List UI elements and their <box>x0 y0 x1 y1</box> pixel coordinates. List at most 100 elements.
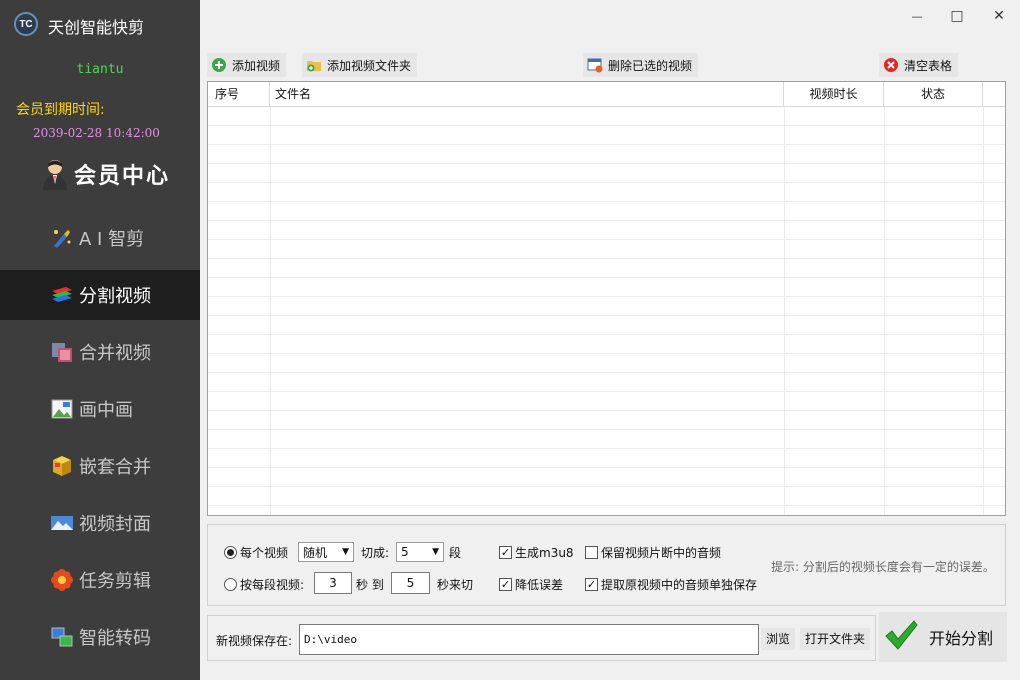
table-row[interactable] <box>208 468 1005 487</box>
nav-video-cover[interactable]: 视频封面 <box>0 498 200 548</box>
table-row[interactable] <box>208 449 1005 468</box>
reduce-error-label: 降低误差 <box>515 578 564 592</box>
min-seconds-input[interactable]: 3 <box>314 572 352 594</box>
table-row[interactable] <box>208 278 1005 297</box>
extract-audio-checkbox[interactable]: ✓ 提取原视频中的音频单独保存 <box>585 576 757 593</box>
nav-label: 视频封面 <box>79 514 151 535</box>
folder-add-icon <box>306 57 322 73</box>
maximize-button[interactable]: □ <box>942 6 972 26</box>
reduce-error-checkbox[interactable]: ✓ 降低误差 <box>499 576 563 593</box>
delete-selected-label: 删除已选的视频 <box>608 58 693 73</box>
table-row[interactable] <box>208 126 1005 145</box>
nav-nested-merge[interactable]: 嵌套合并 <box>0 441 200 491</box>
max-seconds-input[interactable]: 5 <box>391 572 430 594</box>
app-title: 天创智能快剪 <box>48 18 145 37</box>
close-icon: ✕ <box>993 8 1005 24</box>
table-row[interactable] <box>208 354 1005 373</box>
table-row[interactable] <box>208 259 1005 278</box>
video-table[interactable]: 序号 文件名 视频时长 状态 <box>207 81 1006 516</box>
table-row[interactable] <box>208 430 1005 449</box>
table-row[interactable] <box>208 392 1005 411</box>
table-row[interactable] <box>208 107 1005 126</box>
keep-audio-label: 保留视频片断中的音频 <box>601 546 722 560</box>
checkmark-icon: ✓ <box>499 546 512 559</box>
nav-label: 合并视频 <box>79 343 151 364</box>
seconds-to-label: 秒 到 <box>356 578 384 592</box>
app-logo: TC <box>14 12 38 36</box>
column-header-filename[interactable]: 文件名 <box>270 82 784 107</box>
table-column-divider <box>270 107 271 515</box>
nav-label: A I 智剪 <box>79 229 145 250</box>
browse-button[interactable]: 浏览 <box>761 628 796 650</box>
nav-split-video[interactable]: 分割视频 <box>0 270 200 320</box>
task-edit-icon <box>50 568 74 592</box>
cut-count-select[interactable]: 5 ▼ <box>396 542 444 562</box>
table-row[interactable] <box>208 164 1005 183</box>
username: tiantu <box>76 62 124 77</box>
extract-audio-label: 提取原视频中的音频单独保存 <box>601 578 758 592</box>
column-header-status[interactable]: 状态 <box>884 82 983 107</box>
keep-audio-checkbox[interactable]: 保留视频片断中的音频 <box>585 544 721 561</box>
seconds-cut-label: 秒来切 <box>437 578 474 592</box>
save-panel: 新视频保存在: D:\video 浏览 打开文件夹 <box>207 615 876 661</box>
column-header-index[interactable]: 序号 <box>208 82 270 107</box>
close-button[interactable]: ✕ <box>984 6 1014 26</box>
open-folder-button[interactable]: 打开文件夹 <box>800 628 871 650</box>
checkmark-icon: ✓ <box>585 578 598 591</box>
nav-task-edit[interactable]: 任务剪辑 <box>0 555 200 605</box>
cut-label: 切成: <box>361 546 390 560</box>
table-row[interactable] <box>208 221 1005 240</box>
save-location-label: 新视频保存在: <box>216 634 293 648</box>
per-video-radio[interactable]: 每个视频 <box>224 544 288 561</box>
member-center-label: 会员中心 <box>74 163 171 189</box>
app-logo-text: TC <box>19 18 33 30</box>
column-header-duration[interactable]: 视频时长 <box>784 82 884 107</box>
table-row[interactable] <box>208 316 1005 335</box>
save-path-input[interactable]: D:\video <box>299 624 759 655</box>
table-row[interactable] <box>208 202 1005 221</box>
gen-m3u8-checkbox[interactable]: ✓ 生成m3u8 <box>499 544 574 561</box>
gen-m3u8-label: 生成m3u8 <box>515 546 574 560</box>
nav-picture-in-picture[interactable]: 画中画 <box>0 384 200 434</box>
table-row[interactable] <box>208 411 1005 430</box>
ai-edit-icon <box>50 226 74 250</box>
chevron-down-icon: ▼ <box>342 547 349 557</box>
clear-table-button[interactable]: 清空表格 <box>879 53 959 77</box>
mode-select[interactable]: 随机 ▼ <box>298 542 354 562</box>
member-center-button[interactable]: 会员中心 <box>40 158 170 190</box>
smart-transcode-icon <box>50 625 74 649</box>
add-video-label: 添加视频 <box>232 58 281 73</box>
per-video-label: 每个视频 <box>240 546 289 560</box>
nav-ai-edit[interactable]: A I 智剪 <box>0 213 200 263</box>
table-row[interactable] <box>208 373 1005 392</box>
table-row[interactable] <box>208 297 1005 316</box>
checkbox-empty-icon <box>585 546 598 559</box>
nav-smart-transcode[interactable]: 智能转码 <box>0 612 200 662</box>
add-folder-button[interactable]: 添加视频文件夹 <box>302 53 418 77</box>
add-circle-icon <box>211 57 227 73</box>
table-row[interactable] <box>208 145 1005 164</box>
checkmark-icon <box>883 617 919 657</box>
nav-label: 嵌套合并 <box>79 457 151 478</box>
table-row[interactable] <box>208 240 1005 259</box>
delete-selected-button[interactable]: 删除已选的视频 <box>583 53 699 77</box>
maximize-icon: □ <box>950 8 964 24</box>
table-row[interactable] <box>208 487 1005 506</box>
table-row[interactable] <box>208 335 1005 354</box>
nav-label: 分割视频 <box>79 286 151 307</box>
per-segment-radio[interactable]: 按每段视频: <box>224 576 304 593</box>
clear-table-label: 清空表格 <box>904 58 953 73</box>
expiry-label: 会员到期时间: <box>16 102 105 118</box>
nav-merge-video[interactable]: 合并视频 <box>0 327 200 377</box>
video-cover-icon <box>50 511 74 535</box>
table-row[interactable] <box>208 183 1005 202</box>
add-folder-label: 添加视频文件夹 <box>327 58 412 73</box>
radio-selected-icon <box>224 546 237 559</box>
add-video-button[interactable]: 添加视频 <box>207 53 287 77</box>
radio-unselected-icon <box>224 578 237 591</box>
merge-video-icon <box>50 340 74 364</box>
start-split-label: 开始分割 <box>929 629 994 648</box>
mode-value: 随机 <box>303 545 328 560</box>
minimize-button[interactable]: — <box>902 6 932 26</box>
start-split-button[interactable]: 开始分割 <box>879 612 1007 662</box>
